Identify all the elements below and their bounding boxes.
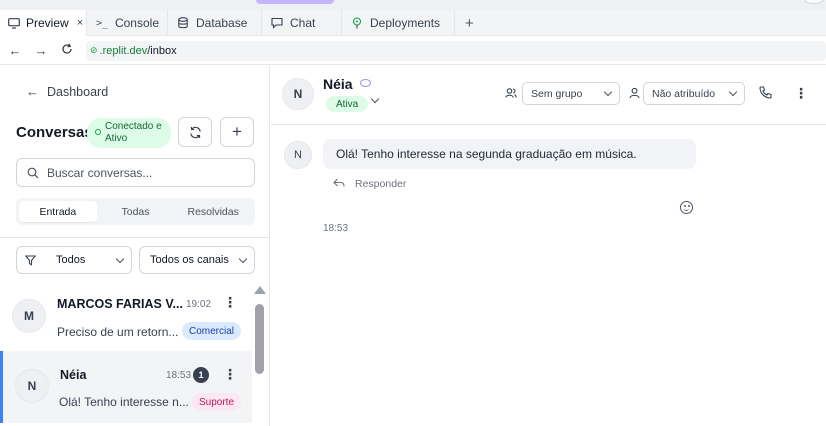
conversation-sidebar: ← Dashboard Conversas Conectado e Ativo …	[0, 66, 270, 426]
conversation-time: 19:02	[186, 299, 212, 310]
chat-icon	[270, 16, 284, 30]
reply-label: Responder	[355, 178, 407, 190]
tab-todas[interactable]: Todas	[97, 201, 175, 222]
new-tab-button[interactable]: +	[455, 10, 484, 36]
status-dot-icon	[95, 129, 101, 135]
message-preview: Olá! Tenho interesse n...	[59, 395, 189, 409]
divider	[0, 237, 270, 238]
monitor-icon	[8, 16, 20, 30]
tab-label: Console	[114, 16, 159, 30]
chevron-down-icon	[728, 87, 738, 97]
conversation-item-selected[interactable]: N Néia 18:53 1 ⋮ Olá! Tenho interesse n.…	[0, 351, 252, 423]
user-icon	[629, 87, 640, 102]
connection-status-badge: Conectado e Ativo	[87, 118, 171, 148]
tag-badge: Suporte	[192, 393, 242, 411]
chevron-down-icon	[238, 254, 248, 263]
more-options-icon[interactable]: ⋮	[223, 295, 237, 309]
url-host: .replit.dev	[99, 44, 148, 57]
tab-entrada[interactable]: Entrada	[19, 201, 97, 222]
deploy-icon	[350, 16, 364, 30]
message-bubble: Olá! Tenho interesse na segunda graduaçã…	[323, 139, 696, 169]
search-icon	[27, 167, 39, 178]
status-filter-select[interactable]: Todos	[16, 246, 132, 274]
group-icon	[505, 87, 517, 102]
reply-icon	[333, 177, 345, 191]
more-options-icon[interactable]: ⋮	[223, 367, 237, 381]
phone-icon[interactable]	[759, 86, 772, 102]
status-badge[interactable]: Ativa	[326, 96, 369, 112]
back-label: Dashboard	[47, 84, 109, 99]
channel-filter-select[interactable]: Todos os canais	[139, 246, 255, 274]
conversation-time: 18:53	[166, 370, 192, 381]
new-conversation-button[interactable]: +	[220, 117, 254, 147]
close-tab-icon[interactable]: ×	[77, 17, 83, 29]
chevron-down-icon	[603, 87, 613, 97]
assignee-select-value: Não atribuído	[652, 87, 716, 100]
top-strip	[0, 0, 826, 10]
refresh-button[interactable]	[178, 117, 212, 147]
refresh-icon	[189, 126, 201, 138]
avatar: N	[15, 369, 49, 403]
chevron-down-icon	[115, 254, 125, 263]
tab-label: Deployments	[370, 16, 441, 30]
scrollbar[interactable]	[253, 284, 266, 426]
address-field[interactable]: ⊘ .replit.dev /inbox	[86, 40, 826, 61]
user-indicator[interactable]	[804, 0, 824, 4]
scrollbar-thumb[interactable]	[255, 304, 264, 374]
connection-status-text: Conectado e Ativo	[105, 121, 162, 144]
group-select[interactable]: Sem grupo	[522, 82, 620, 105]
emoji-reaction-icon[interactable]	[680, 201, 693, 214]
message-preview: Preciso de um retorn...	[57, 325, 179, 339]
tab-console[interactable]: >_ Console	[87, 10, 168, 36]
tab-chat[interactable]: Chat	[262, 10, 342, 36]
assignee-select[interactable]: Não atribuído	[643, 82, 745, 105]
back-arrow-icon[interactable]: ←	[4, 43, 26, 58]
avatar: N	[284, 141, 312, 169]
tab-database[interactable]: Database	[168, 10, 262, 36]
page-title: Conversas	[16, 124, 93, 141]
contact-name: Néia	[323, 76, 353, 92]
back-to-dashboard-link[interactable]: ← Dashboard	[26, 84, 108, 99]
contact-name: MARCOS FARIAS V...	[57, 297, 183, 311]
scroll-up-icon[interactable]	[254, 286, 266, 294]
status-filter-value: Todos	[56, 254, 86, 266]
chat-header: N Néia Ativa Sem grupo Não atribuído ⋮	[271, 66, 826, 125]
chevron-down-icon[interactable]	[370, 94, 380, 104]
unread-count-badge: 1	[193, 367, 209, 383]
tab-resolvidas[interactable]: Resolvidas	[174, 201, 252, 222]
channel-filter-value: Todos os canais	[150, 254, 229, 266]
tag-badge: Comercial	[182, 322, 242, 340]
search-input[interactable]	[47, 165, 237, 180]
url-bar: ← → ⊘ .replit.dev /inbox	[0, 37, 826, 65]
more-options-icon[interactable]: ⋮	[794, 86, 808, 100]
url-path: /inbox	[147, 44, 177, 57]
refresh-icon[interactable]	[56, 43, 78, 58]
search-box[interactable]	[16, 158, 255, 187]
message-time: 18:53	[323, 223, 349, 234]
filter-icon	[25, 254, 36, 266]
conversation-item[interactable]: M MARCOS FARIAS V... 19:02 ⋮ Preciso de …	[0, 282, 252, 352]
contact-name: Néia	[60, 368, 87, 382]
tab-bar: Preview × >_ Console Database Chat Deplo…	[0, 10, 826, 36]
tab-label: Preview	[26, 16, 69, 30]
avatar: N	[282, 78, 314, 110]
conversation-filter-tabs: Entrada Todas Resolvidas	[16, 198, 255, 225]
back-arrow-icon: ←	[26, 84, 39, 99]
tab-preview[interactable]: Preview ×	[0, 10, 87, 36]
terminal-icon: >_	[95, 17, 108, 29]
site-info-icon: ⊘	[90, 45, 98, 55]
chat-panel: N Néia Ativa Sem grupo Não atribuído ⋮ N…	[271, 66, 826, 426]
reply-button[interactable]: Responder	[333, 177, 406, 191]
workspace-indicator	[256, 0, 334, 4]
forward-arrow-icon[interactable]: →	[30, 43, 52, 58]
database-icon	[176, 16, 190, 30]
plus-icon: +	[232, 122, 242, 141]
group-select-value: Sem grupo	[531, 87, 583, 100]
chat-bubble-icon	[360, 79, 371, 87]
tab-label: Chat	[290, 16, 316, 30]
avatar: M	[12, 299, 46, 333]
tab-label: Database	[196, 16, 248, 30]
tab-deployments[interactable]: Deployments	[342, 10, 455, 36]
